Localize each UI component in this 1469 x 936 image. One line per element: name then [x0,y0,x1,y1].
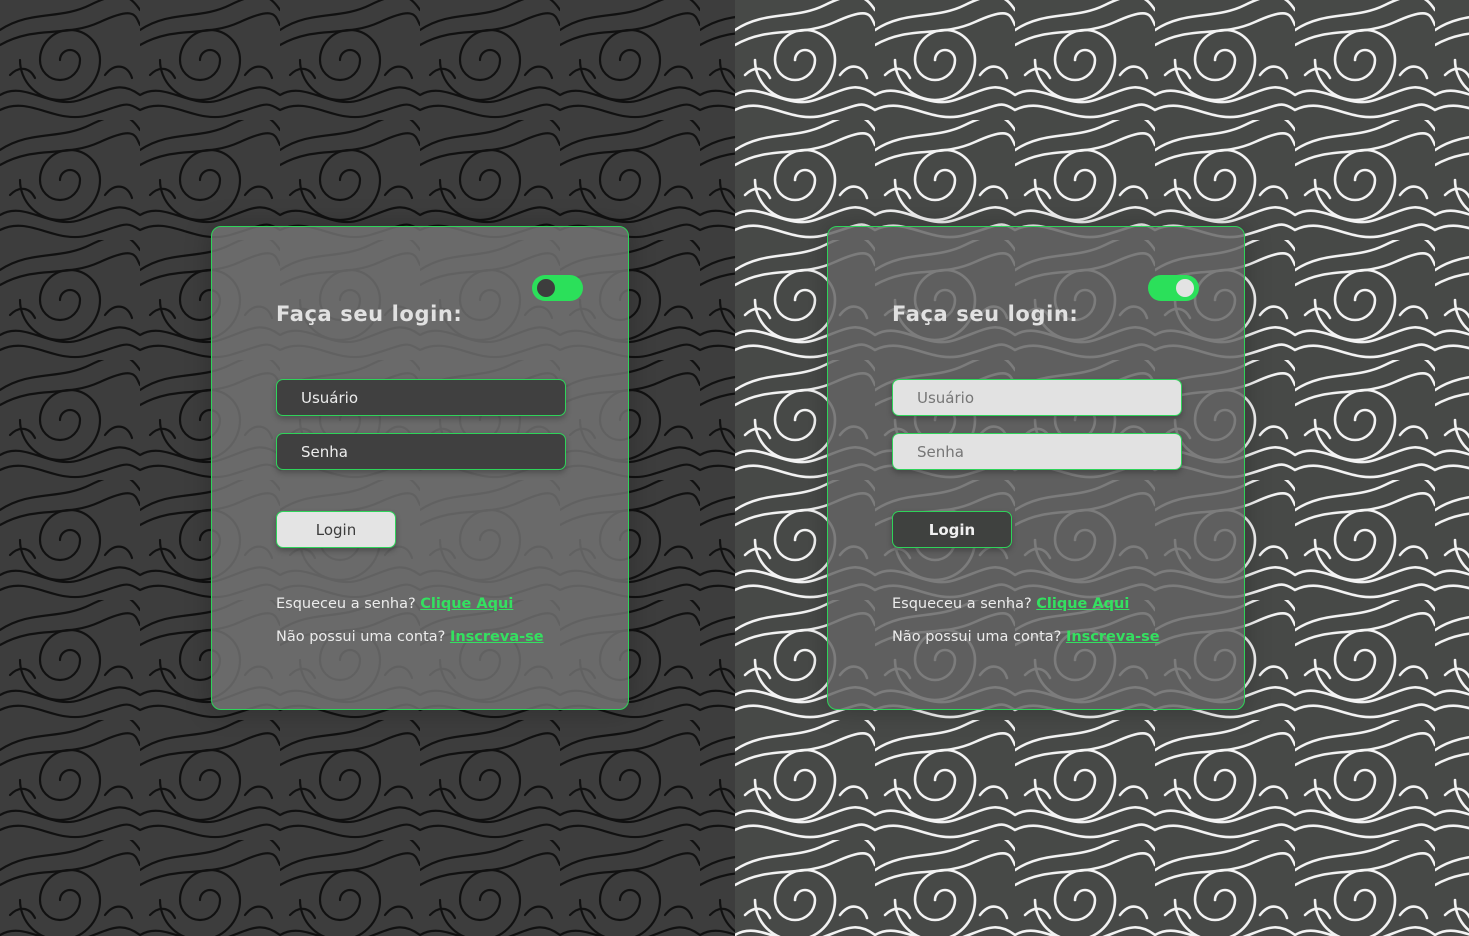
forgot-password-text: Esqueceu a senha? [892,596,1032,612]
signup-link[interactable]: Inscreva-se [1066,629,1160,645]
password-input[interactable] [892,433,1182,470]
light-theme-panel: Faça seu login: Login Esqueceu a senha? … [735,0,1469,936]
dark-theme-panel: Faça seu login: Login Esqueceu a senha? … [0,0,735,936]
theme-toggle[interactable] [532,275,583,301]
signup-link[interactable]: Inscreva-se [450,629,544,645]
signup-text: Não possui uma conta? [276,629,446,645]
password-input[interactable] [276,433,566,470]
forgot-password-link[interactable]: Clique Aqui [420,596,513,612]
username-input[interactable] [892,379,1182,416]
username-input[interactable] [276,379,566,416]
login-button[interactable]: Login [276,511,396,548]
forgot-password-text: Esqueceu a senha? [276,596,416,612]
forgot-password-line: Esqueceu a senha? Clique Aqui [276,596,513,612]
signup-line: Não possui uma conta? Inscreva-se [892,629,1160,645]
forgot-password-line: Esqueceu a senha? Clique Aqui [892,596,1129,612]
login-card: Faça seu login: Login Esqueceu a senha? … [827,226,1245,710]
login-title: Faça seu login: [892,302,1079,326]
signup-line: Não possui uma conta? Inscreva-se [276,629,544,645]
login-card: Faça seu login: Login Esqueceu a senha? … [211,226,629,710]
signup-text: Não possui uma conta? [892,629,1062,645]
forgot-password-link[interactable]: Clique Aqui [1036,596,1129,612]
login-title: Faça seu login: [276,302,463,326]
theme-toggle[interactable] [1148,275,1199,301]
login-button[interactable]: Login [892,511,1012,548]
toggle-knob [537,279,555,297]
toggle-knob [1176,279,1194,297]
